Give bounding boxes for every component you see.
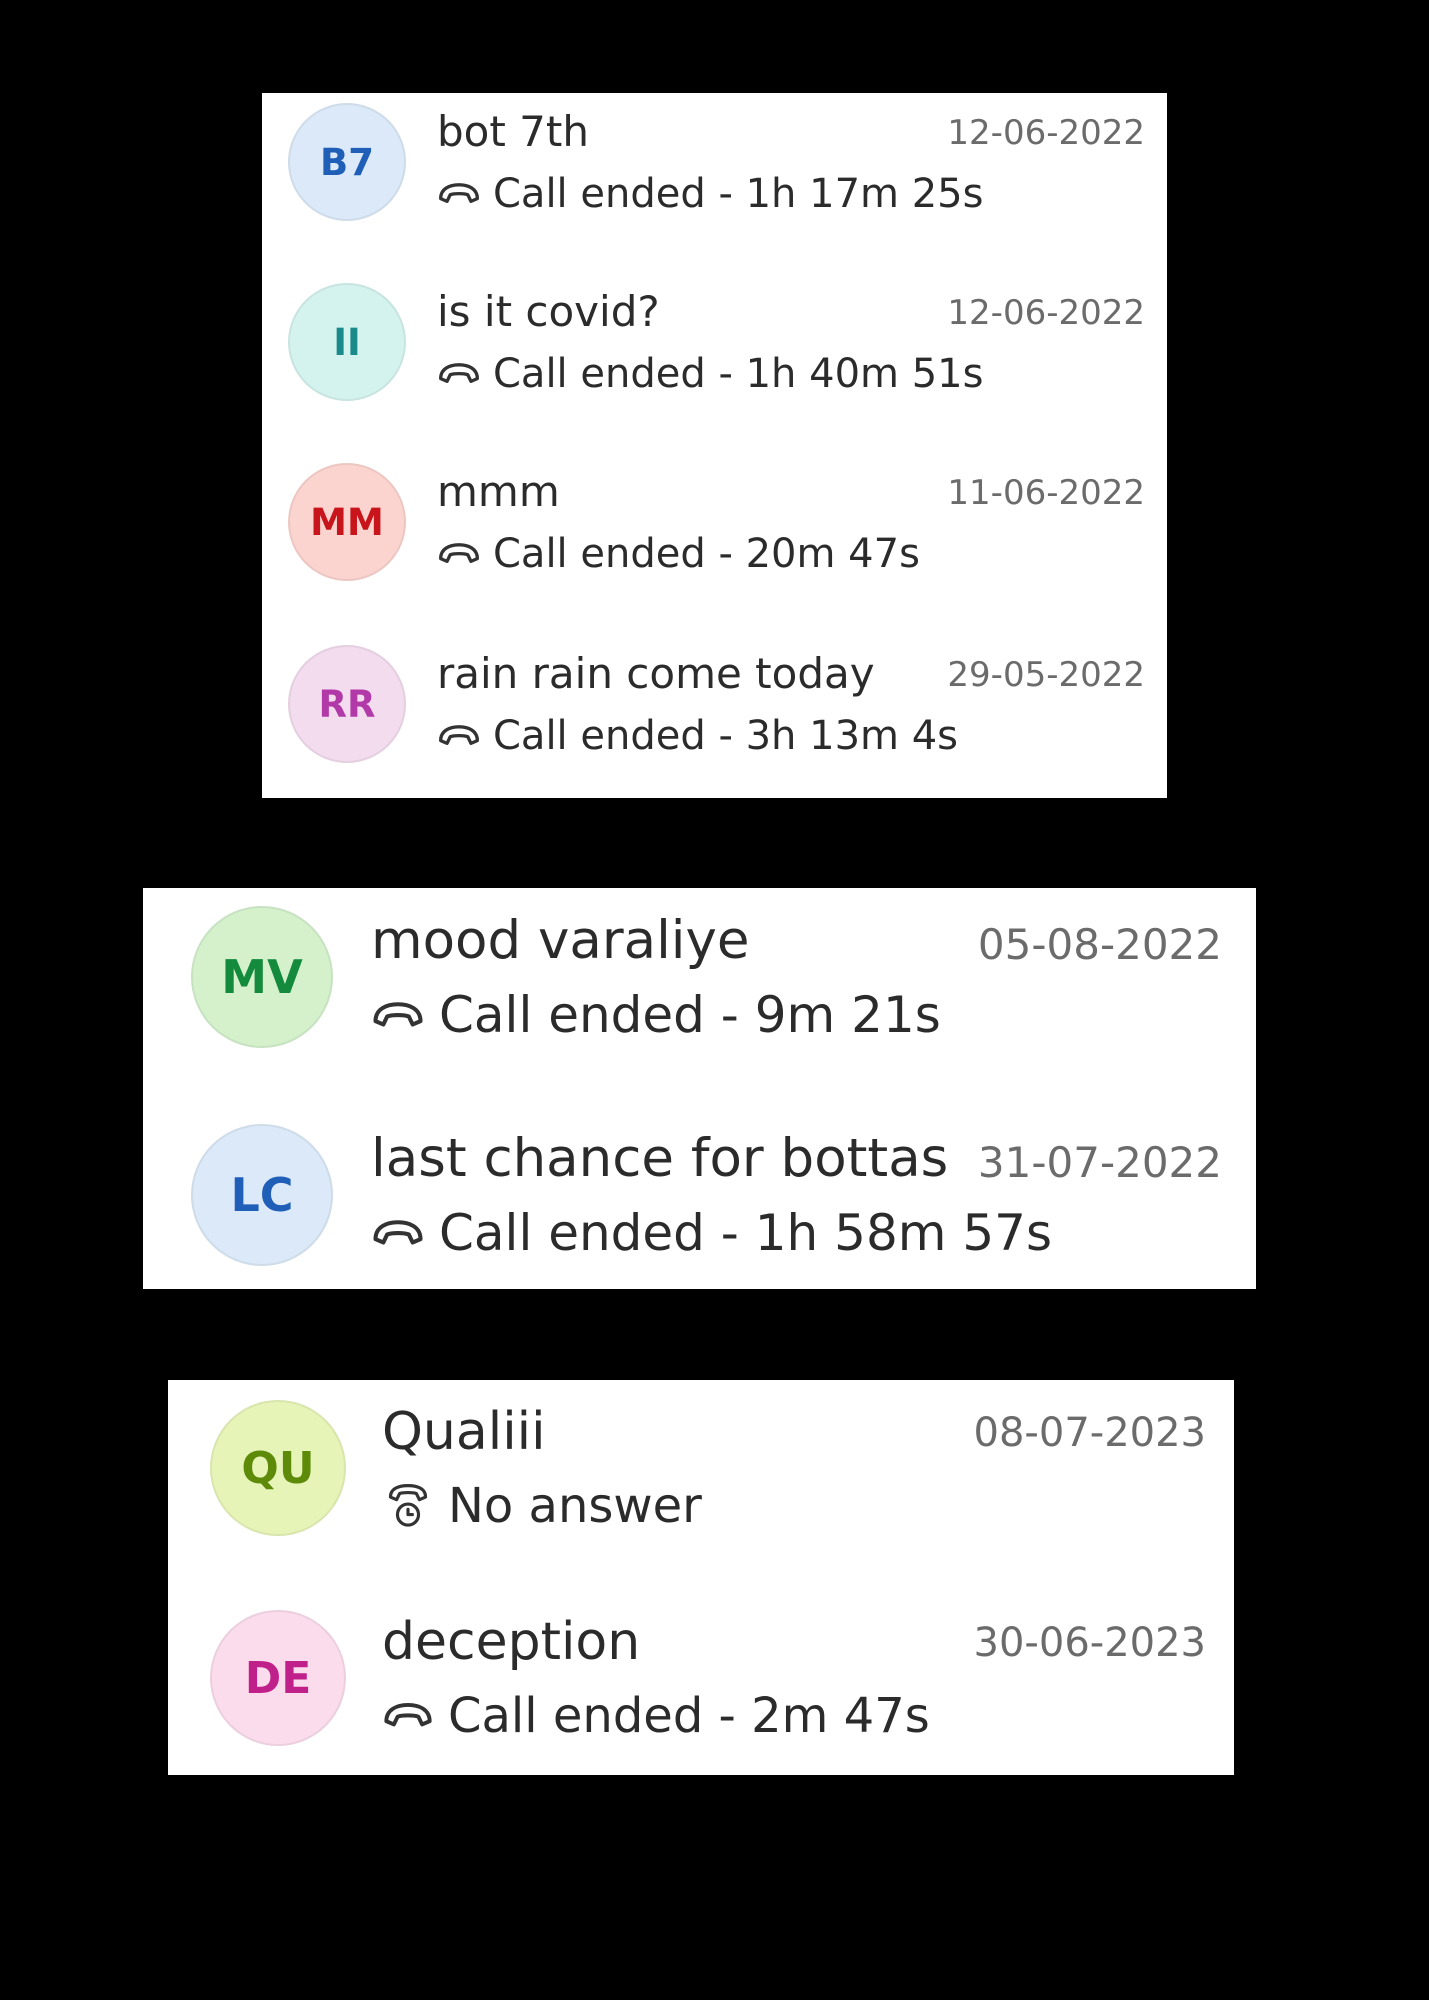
avatar: QU bbox=[210, 1400, 346, 1536]
phone-hangup-icon bbox=[371, 1216, 425, 1251]
phone-hangup-icon bbox=[437, 540, 481, 568]
call-status-text: No answer bbox=[448, 1478, 702, 1534]
call-list-item[interactable]: LC last chance for bottas Call ended - 1… bbox=[143, 1106, 1256, 1324]
call-title: last chance for bottas bbox=[371, 1128, 949, 1189]
call-status-text: Call ended - 20m 47s bbox=[493, 531, 920, 577]
call-status-text: Call ended - 3h 13m 4s bbox=[493, 713, 958, 759]
phone-hangup-icon bbox=[437, 722, 481, 750]
call-date: 12-06-2022 bbox=[947, 113, 1145, 153]
call-title: bot 7th bbox=[437, 107, 589, 156]
call-date: 11-06-2022 bbox=[947, 473, 1145, 513]
call-status-text: Call ended - 9m 21s bbox=[439, 986, 941, 1044]
call-status: Call ended - 9m 21s bbox=[371, 986, 941, 1044]
call-status: No answer bbox=[382, 1478, 702, 1534]
phone-hangup-icon bbox=[437, 360, 481, 388]
call-status: Call ended - 2m 47s bbox=[382, 1688, 930, 1744]
avatar: LC bbox=[191, 1124, 333, 1266]
call-list-panel: QU Qualiii No answer 08-07-2023 DE decep… bbox=[168, 1380, 1234, 1775]
call-list-item[interactable]: DE deception Call ended - 2m 47s 30-06-2… bbox=[168, 1590, 1234, 1800]
call-date: 29-05-2022 bbox=[947, 655, 1145, 695]
call-status-text: Call ended - 1h 40m 51s bbox=[493, 351, 984, 397]
call-list-item[interactable]: RR rain rain come today Call ended - 3h … bbox=[262, 635, 1167, 815]
phone-hangup-icon bbox=[437, 180, 481, 208]
avatar: B7 bbox=[288, 103, 406, 221]
avatar: MV bbox=[191, 906, 333, 1048]
call-date: 30-06-2023 bbox=[973, 1620, 1206, 1666]
avatar: II bbox=[288, 283, 406, 401]
call-date: 12-06-2022 bbox=[947, 293, 1145, 333]
call-status: Call ended - 1h 58m 57s bbox=[371, 1204, 1052, 1262]
avatar: RR bbox=[288, 645, 406, 763]
call-title: mood varaliye bbox=[371, 910, 750, 971]
phone-hangup-icon bbox=[382, 1699, 434, 1733]
call-list-panel: B7 bot 7th Call ended - 1h 17m 25s 12-06… bbox=[262, 93, 1167, 798]
phone-missed-icon bbox=[382, 1483, 434, 1529]
call-list-item[interactable]: MM mmm Call ended - 20m 47s 11-06-2022 bbox=[262, 453, 1167, 633]
call-status: Call ended - 1h 17m 25s bbox=[437, 171, 983, 217]
call-title: mmm bbox=[437, 467, 560, 516]
call-status: Call ended - 3h 13m 4s bbox=[437, 713, 958, 759]
call-list-item[interactable]: MV mood varaliye Call ended - 9m 21s 05-… bbox=[143, 888, 1256, 1106]
avatar: MM bbox=[288, 463, 406, 581]
call-title: rain rain come today bbox=[437, 649, 875, 698]
call-title: Qualiii bbox=[382, 1402, 546, 1462]
call-date: 31-07-2022 bbox=[977, 1138, 1222, 1187]
call-list-item[interactable]: B7 bot 7th Call ended - 1h 17m 25s 12-06… bbox=[262, 93, 1167, 273]
call-list-item[interactable]: II is it covid? Call ended - 1h 40m 51s … bbox=[262, 273, 1167, 453]
phone-hangup-icon bbox=[371, 998, 425, 1033]
call-date: 05-08-2022 bbox=[977, 920, 1222, 969]
call-date: 08-07-2023 bbox=[973, 1410, 1206, 1456]
call-status: Call ended - 20m 47s bbox=[437, 531, 920, 577]
call-status-text: Call ended - 1h 17m 25s bbox=[493, 171, 984, 217]
call-status-text: Call ended - 2m 47s bbox=[448, 1688, 930, 1744]
avatar: DE bbox=[210, 1610, 346, 1746]
call-status-text: Call ended - 1h 58m 57s bbox=[439, 1204, 1053, 1262]
call-status: Call ended - 1h 40m 51s bbox=[437, 351, 983, 397]
call-title: is it covid? bbox=[437, 287, 660, 336]
call-title: deception bbox=[382, 1612, 641, 1672]
call-list-panel: MV mood varaliye Call ended - 9m 21s 05-… bbox=[143, 888, 1256, 1289]
call-list-item[interactable]: QU Qualiii No answer 08-07-2023 bbox=[168, 1380, 1234, 1590]
